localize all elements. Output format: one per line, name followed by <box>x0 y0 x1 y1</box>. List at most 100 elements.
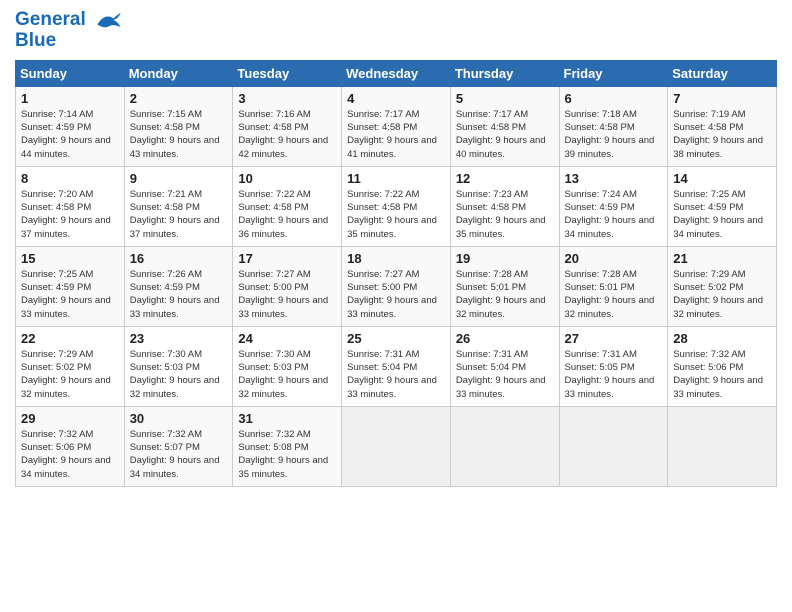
day-number: 29 <box>21 411 119 426</box>
day-info: Sunrise: 7:25 AMSunset: 4:59 PMDaylight:… <box>673 188 771 241</box>
calendar-week-row: 1 Sunrise: 7:14 AMSunset: 4:59 PMDayligh… <box>16 86 777 166</box>
day-info: Sunrise: 7:31 AMSunset: 5:04 PMDaylight:… <box>456 348 554 401</box>
calendar-day-cell: 27 Sunrise: 7:31 AMSunset: 5:05 PMDaylig… <box>559 326 668 406</box>
day-number: 16 <box>130 251 228 266</box>
day-number: 26 <box>456 331 554 346</box>
weekday-header: Tuesday <box>233 60 342 86</box>
day-number: 24 <box>238 331 336 346</box>
day-number: 18 <box>347 251 445 266</box>
calendar-day-cell: 9 Sunrise: 7:21 AMSunset: 4:58 PMDayligh… <box>124 166 233 246</box>
day-info: Sunrise: 7:32 AMSunset: 5:06 PMDaylight:… <box>21 428 119 481</box>
day-number: 9 <box>130 171 228 186</box>
day-number: 19 <box>456 251 554 266</box>
page-header: General Blue <box>15 10 777 52</box>
logo-text-general: General <box>15 9 86 30</box>
day-number: 21 <box>673 251 771 266</box>
day-number: 14 <box>673 171 771 186</box>
day-info: Sunrise: 7:29 AMSunset: 5:02 PMDaylight:… <box>673 268 771 321</box>
calendar-day-cell: 20 Sunrise: 7:28 AMSunset: 5:01 PMDaylig… <box>559 246 668 326</box>
calendar-day-cell: 8 Sunrise: 7:20 AMSunset: 4:58 PMDayligh… <box>16 166 125 246</box>
calendar-day-cell: 22 Sunrise: 7:29 AMSunset: 5:02 PMDaylig… <box>16 326 125 406</box>
day-number: 27 <box>565 331 663 346</box>
calendar-day-cell: 23 Sunrise: 7:30 AMSunset: 5:03 PMDaylig… <box>124 326 233 406</box>
day-info: Sunrise: 7:28 AMSunset: 5:01 PMDaylight:… <box>456 268 554 321</box>
day-number: 30 <box>130 411 228 426</box>
weekday-header: Monday <box>124 60 233 86</box>
day-info: Sunrise: 7:32 AMSunset: 5:08 PMDaylight:… <box>238 428 336 481</box>
day-number: 13 <box>565 171 663 186</box>
day-number: 22 <box>21 331 119 346</box>
day-number: 3 <box>238 91 336 106</box>
calendar-week-row: 22 Sunrise: 7:29 AMSunset: 5:02 PMDaylig… <box>16 326 777 406</box>
weekday-header: Thursday <box>450 60 559 86</box>
day-info: Sunrise: 7:18 AMSunset: 4:58 PMDaylight:… <box>565 108 663 161</box>
calendar-day-cell: 5 Sunrise: 7:17 AMSunset: 4:58 PMDayligh… <box>450 86 559 166</box>
day-info: Sunrise: 7:25 AMSunset: 4:59 PMDaylight:… <box>21 268 119 321</box>
calendar-day-cell <box>559 406 668 486</box>
day-info: Sunrise: 7:27 AMSunset: 5:00 PMDaylight:… <box>238 268 336 321</box>
day-number: 6 <box>565 91 663 106</box>
calendar-day-cell: 14 Sunrise: 7:25 AMSunset: 4:59 PMDaylig… <box>668 166 777 246</box>
weekday-header: Friday <box>559 60 668 86</box>
day-info: Sunrise: 7:20 AMSunset: 4:58 PMDaylight:… <box>21 188 119 241</box>
day-info: Sunrise: 7:28 AMSunset: 5:01 PMDaylight:… <box>565 268 663 321</box>
day-number: 5 <box>456 91 554 106</box>
calendar-day-cell: 31 Sunrise: 7:32 AMSunset: 5:08 PMDaylig… <box>233 406 342 486</box>
calendar-week-row: 8 Sunrise: 7:20 AMSunset: 4:58 PMDayligh… <box>16 166 777 246</box>
day-info: Sunrise: 7:17 AMSunset: 4:58 PMDaylight:… <box>456 108 554 161</box>
calendar-day-cell: 17 Sunrise: 7:27 AMSunset: 5:00 PMDaylig… <box>233 246 342 326</box>
calendar-day-cell: 1 Sunrise: 7:14 AMSunset: 4:59 PMDayligh… <box>16 86 125 166</box>
calendar-day-cell <box>342 406 451 486</box>
day-info: Sunrise: 7:32 AMSunset: 5:06 PMDaylight:… <box>673 348 771 401</box>
day-info: Sunrise: 7:22 AMSunset: 4:58 PMDaylight:… <box>238 188 336 241</box>
calendar-day-cell: 2 Sunrise: 7:15 AMSunset: 4:58 PMDayligh… <box>124 86 233 166</box>
calendar-day-cell: 18 Sunrise: 7:27 AMSunset: 5:00 PMDaylig… <box>342 246 451 326</box>
calendar-day-cell: 16 Sunrise: 7:26 AMSunset: 4:59 PMDaylig… <box>124 246 233 326</box>
calendar-day-cell: 24 Sunrise: 7:30 AMSunset: 5:03 PMDaylig… <box>233 326 342 406</box>
day-number: 25 <box>347 331 445 346</box>
day-info: Sunrise: 7:19 AMSunset: 4:58 PMDaylight:… <box>673 108 771 161</box>
day-info: Sunrise: 7:17 AMSunset: 4:58 PMDaylight:… <box>347 108 445 161</box>
calendar-week-row: 29 Sunrise: 7:32 AMSunset: 5:06 PMDaylig… <box>16 406 777 486</box>
day-info: Sunrise: 7:26 AMSunset: 4:59 PMDaylight:… <box>130 268 228 321</box>
day-info: Sunrise: 7:24 AMSunset: 4:59 PMDaylight:… <box>565 188 663 241</box>
day-info: Sunrise: 7:30 AMSunset: 5:03 PMDaylight:… <box>130 348 228 401</box>
calendar-day-cell: 6 Sunrise: 7:18 AMSunset: 4:58 PMDayligh… <box>559 86 668 166</box>
calendar-day-cell: 30 Sunrise: 7:32 AMSunset: 5:07 PMDaylig… <box>124 406 233 486</box>
logo-text-blue: Blue <box>15 31 123 52</box>
day-number: 10 <box>238 171 336 186</box>
calendar-body: 1 Sunrise: 7:14 AMSunset: 4:59 PMDayligh… <box>16 86 777 486</box>
weekday-header: Saturday <box>668 60 777 86</box>
day-info: Sunrise: 7:29 AMSunset: 5:02 PMDaylight:… <box>21 348 119 401</box>
day-info: Sunrise: 7:16 AMSunset: 4:58 PMDaylight:… <box>238 108 336 161</box>
calendar-table: SundayMondayTuesdayWednesdayThursdayFrid… <box>15 60 777 487</box>
day-number: 23 <box>130 331 228 346</box>
calendar-day-cell: 10 Sunrise: 7:22 AMSunset: 4:58 PMDaylig… <box>233 166 342 246</box>
calendar-day-cell: 12 Sunrise: 7:23 AMSunset: 4:58 PMDaylig… <box>450 166 559 246</box>
day-number: 12 <box>456 171 554 186</box>
day-info: Sunrise: 7:22 AMSunset: 4:58 PMDaylight:… <box>347 188 445 241</box>
day-info: Sunrise: 7:31 AMSunset: 5:04 PMDaylight:… <box>347 348 445 401</box>
day-number: 2 <box>130 91 228 106</box>
calendar-header-row: SundayMondayTuesdayWednesdayThursdayFrid… <box>16 60 777 86</box>
day-number: 8 <box>21 171 119 186</box>
day-info: Sunrise: 7:31 AMSunset: 5:05 PMDaylight:… <box>565 348 663 401</box>
day-number: 1 <box>21 91 119 106</box>
calendar-day-cell: 28 Sunrise: 7:32 AMSunset: 5:06 PMDaylig… <box>668 326 777 406</box>
day-info: Sunrise: 7:15 AMSunset: 4:58 PMDaylight:… <box>130 108 228 161</box>
logo: General Blue <box>15 10 123 52</box>
calendar-day-cell <box>450 406 559 486</box>
day-number: 20 <box>565 251 663 266</box>
calendar-day-cell: 21 Sunrise: 7:29 AMSunset: 5:02 PMDaylig… <box>668 246 777 326</box>
day-number: 28 <box>673 331 771 346</box>
day-info: Sunrise: 7:27 AMSunset: 5:00 PMDaylight:… <box>347 268 445 321</box>
day-info: Sunrise: 7:14 AMSunset: 4:59 PMDaylight:… <box>21 108 119 161</box>
page-container: General Blue SundayMondayTuesdayWednesda… <box>0 0 792 497</box>
day-number: 31 <box>238 411 336 426</box>
calendar-day-cell: 25 Sunrise: 7:31 AMSunset: 5:04 PMDaylig… <box>342 326 451 406</box>
calendar-day-cell: 26 Sunrise: 7:31 AMSunset: 5:04 PMDaylig… <box>450 326 559 406</box>
day-info: Sunrise: 7:21 AMSunset: 4:58 PMDaylight:… <box>130 188 228 241</box>
day-info: Sunrise: 7:23 AMSunset: 4:58 PMDaylight:… <box>456 188 554 241</box>
day-info: Sunrise: 7:30 AMSunset: 5:03 PMDaylight:… <box>238 348 336 401</box>
weekday-header: Sunday <box>16 60 125 86</box>
